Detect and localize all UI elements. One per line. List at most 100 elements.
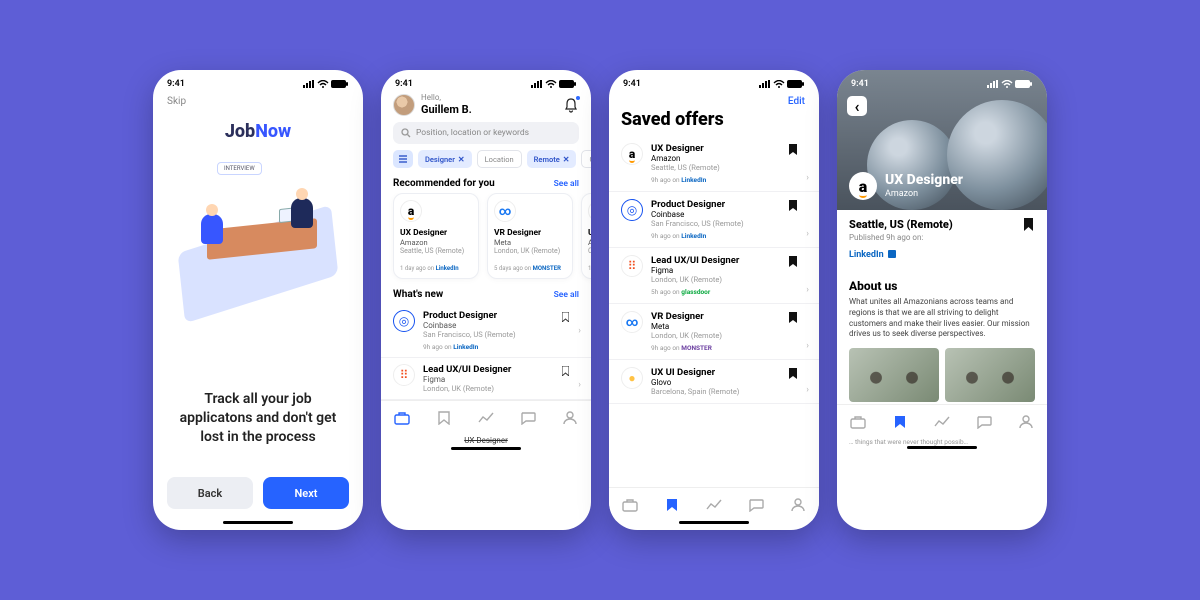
bookmark-icon[interactable] (562, 312, 569, 322)
onboarding-topnav: Skip (153, 92, 363, 111)
status-icons (303, 80, 349, 88)
search-input[interactable]: Position, location or keywords (393, 122, 579, 144)
status-time: 9:41 (623, 79, 641, 89)
signal-icon (303, 80, 315, 88)
tab-bar (381, 400, 591, 434)
tab-stats[interactable] (704, 495, 724, 515)
job-list-item[interactable]: ◎ Product Designer Coinbase San Francisc… (381, 304, 591, 358)
signal-icon (987, 80, 999, 88)
saved-list-item[interactable]: ◎Product DesignerCoinbaseSan Francisco, … (609, 192, 819, 248)
tab-profile[interactable] (788, 495, 808, 515)
photo-thumbnail[interactable] (945, 348, 1035, 402)
status-time: 9:41 (395, 79, 413, 89)
onboarding-tagline: Track all your job applicatons and don't… (153, 390, 363, 447)
company-logo-apple (588, 200, 591, 222)
section-title: Recommended for you (393, 178, 495, 189)
status-bar: 9:41 (837, 70, 1047, 92)
bookmark-icon[interactable] (789, 368, 797, 379)
back-button[interactable]: ‹ (847, 96, 867, 116)
next-button[interactable]: Next (263, 477, 349, 509)
recommended-header: Recommended for you See all (381, 174, 591, 193)
tab-saved[interactable] (890, 412, 910, 432)
status-icons (759, 80, 805, 88)
tab-profile[interactable] (560, 408, 580, 428)
see-all-link[interactable]: See all (554, 179, 579, 189)
saved-list-item[interactable]: ∞VR DesignerMetaLondon, UK (Remote)9h ag… (609, 304, 819, 360)
status-time: 9:41 (167, 79, 185, 89)
filter-chips: Designer✕ Location Remote✕ Comp (381, 150, 591, 174)
chevron-right-icon: › (806, 285, 809, 295)
source-link[interactable]: LinkedIn (849, 242, 1035, 261)
job-card[interactable]: ∞ VR Designer Meta London, UK (Remote) 5… (487, 193, 573, 279)
company-logo-meta: ∞ (494, 200, 516, 222)
company-logo-glovo: ● (621, 367, 643, 389)
chip-close-icon[interactable]: ✕ (458, 155, 465, 164)
home-indicator (223, 521, 293, 524)
tab-stats[interactable] (476, 408, 496, 428)
job-card[interactable]: UI De Apple Cupe 1 day (581, 193, 591, 279)
saved-list-item[interactable]: ⠿Lead UX/UI DesignerFigmaLondon, UK (Rem… (609, 248, 819, 304)
about-title: About us (837, 269, 1047, 297)
app-logo: JobNow (153, 121, 363, 142)
job-location: Seattle, US (Remote) (849, 218, 1035, 231)
status-bar: 9:41 (153, 70, 363, 92)
skip-link[interactable]: Skip (167, 96, 186, 107)
back-button[interactable]: Back (167, 477, 253, 509)
about-photos[interactable] (837, 340, 1047, 404)
tab-jobs[interactable] (392, 408, 412, 428)
detail-screen: 9:41 ‹ a UX Designer Amazon Seattle, US … (837, 70, 1047, 530)
filter-toggle-button[interactable] (393, 150, 413, 168)
tab-jobs[interactable] (620, 495, 640, 515)
whatsnew-header: What's new See all (381, 285, 591, 304)
battery-icon (787, 80, 805, 88)
chevron-right-icon: › (806, 341, 809, 351)
chip-remote[interactable]: Remote✕ (527, 150, 577, 168)
home-screen: 9:41 Hello, Guillem B. Position, locatio… (381, 70, 591, 530)
chip-company[interactable]: Comp (581, 150, 591, 168)
tab-messages[interactable] (518, 408, 538, 428)
chevron-right-icon: › (578, 326, 581, 336)
home-indicator (451, 447, 521, 450)
wifi-icon (545, 80, 557, 88)
tab-saved[interactable] (662, 495, 682, 515)
photo-thumbnail[interactable] (849, 348, 939, 402)
about-body: What unites all Amazonians across teams … (837, 297, 1047, 340)
company-logo-amazon: a (400, 200, 422, 222)
wifi-icon (317, 80, 329, 88)
saved-list[interactable]: aUX DesignerAmazonSeattle, US (Remote)9h… (609, 136, 819, 487)
company-name: Amazon (885, 189, 963, 199)
chip-close-icon[interactable]: ✕ (563, 155, 570, 164)
bookmark-icon[interactable] (789, 144, 797, 155)
battery-icon (559, 80, 577, 88)
see-all-link[interactable]: See all (554, 290, 579, 300)
tab-jobs[interactable] (848, 412, 868, 432)
onboarding-buttons: Back Next (153, 477, 363, 521)
hero-title: a UX Designer Amazon (849, 172, 963, 200)
recommended-cards[interactable]: a UX Designer Amazon Seattle, US (Remote… (381, 193, 591, 285)
chip-location[interactable]: Location (477, 150, 522, 168)
chip-designer[interactable]: Designer✕ (418, 150, 472, 168)
tab-messages[interactable] (746, 495, 766, 515)
user-name: Guillem B. (421, 103, 472, 116)
chevron-right-icon: › (806, 229, 809, 239)
notification-dot-icon (576, 96, 580, 100)
bookmark-icon[interactable] (1024, 218, 1033, 231)
notifications-button[interactable] (563, 97, 579, 113)
tab-stats[interactable] (932, 412, 952, 432)
bookmark-icon[interactable] (789, 256, 797, 267)
bookmark-icon[interactable] (789, 200, 797, 211)
bookmark-icon[interactable] (562, 366, 569, 376)
job-list-item[interactable]: ⠿ Lead UX/UI Designer Figma London, UK (… (381, 358, 591, 400)
tab-messages[interactable] (974, 412, 994, 432)
edit-link[interactable]: Edit (788, 96, 805, 107)
interview-bubble: INTERVIEW (217, 162, 262, 175)
tab-saved[interactable] (434, 408, 454, 428)
saved-list-item[interactable]: ●UX UI DesignerGlovoBarcelona, Spain (Re… (609, 360, 819, 404)
company-logo-figma: ⠿ (393, 364, 415, 386)
saved-list-item[interactable]: aUX DesignerAmazonSeattle, US (Remote)9h… (609, 136, 819, 192)
job-card[interactable]: a UX Designer Amazon Seattle, US (Remote… (393, 193, 479, 279)
tab-profile[interactable] (1016, 412, 1036, 432)
bookmark-icon[interactable] (789, 312, 797, 323)
chevron-right-icon: › (806, 385, 809, 395)
avatar[interactable] (393, 94, 415, 116)
